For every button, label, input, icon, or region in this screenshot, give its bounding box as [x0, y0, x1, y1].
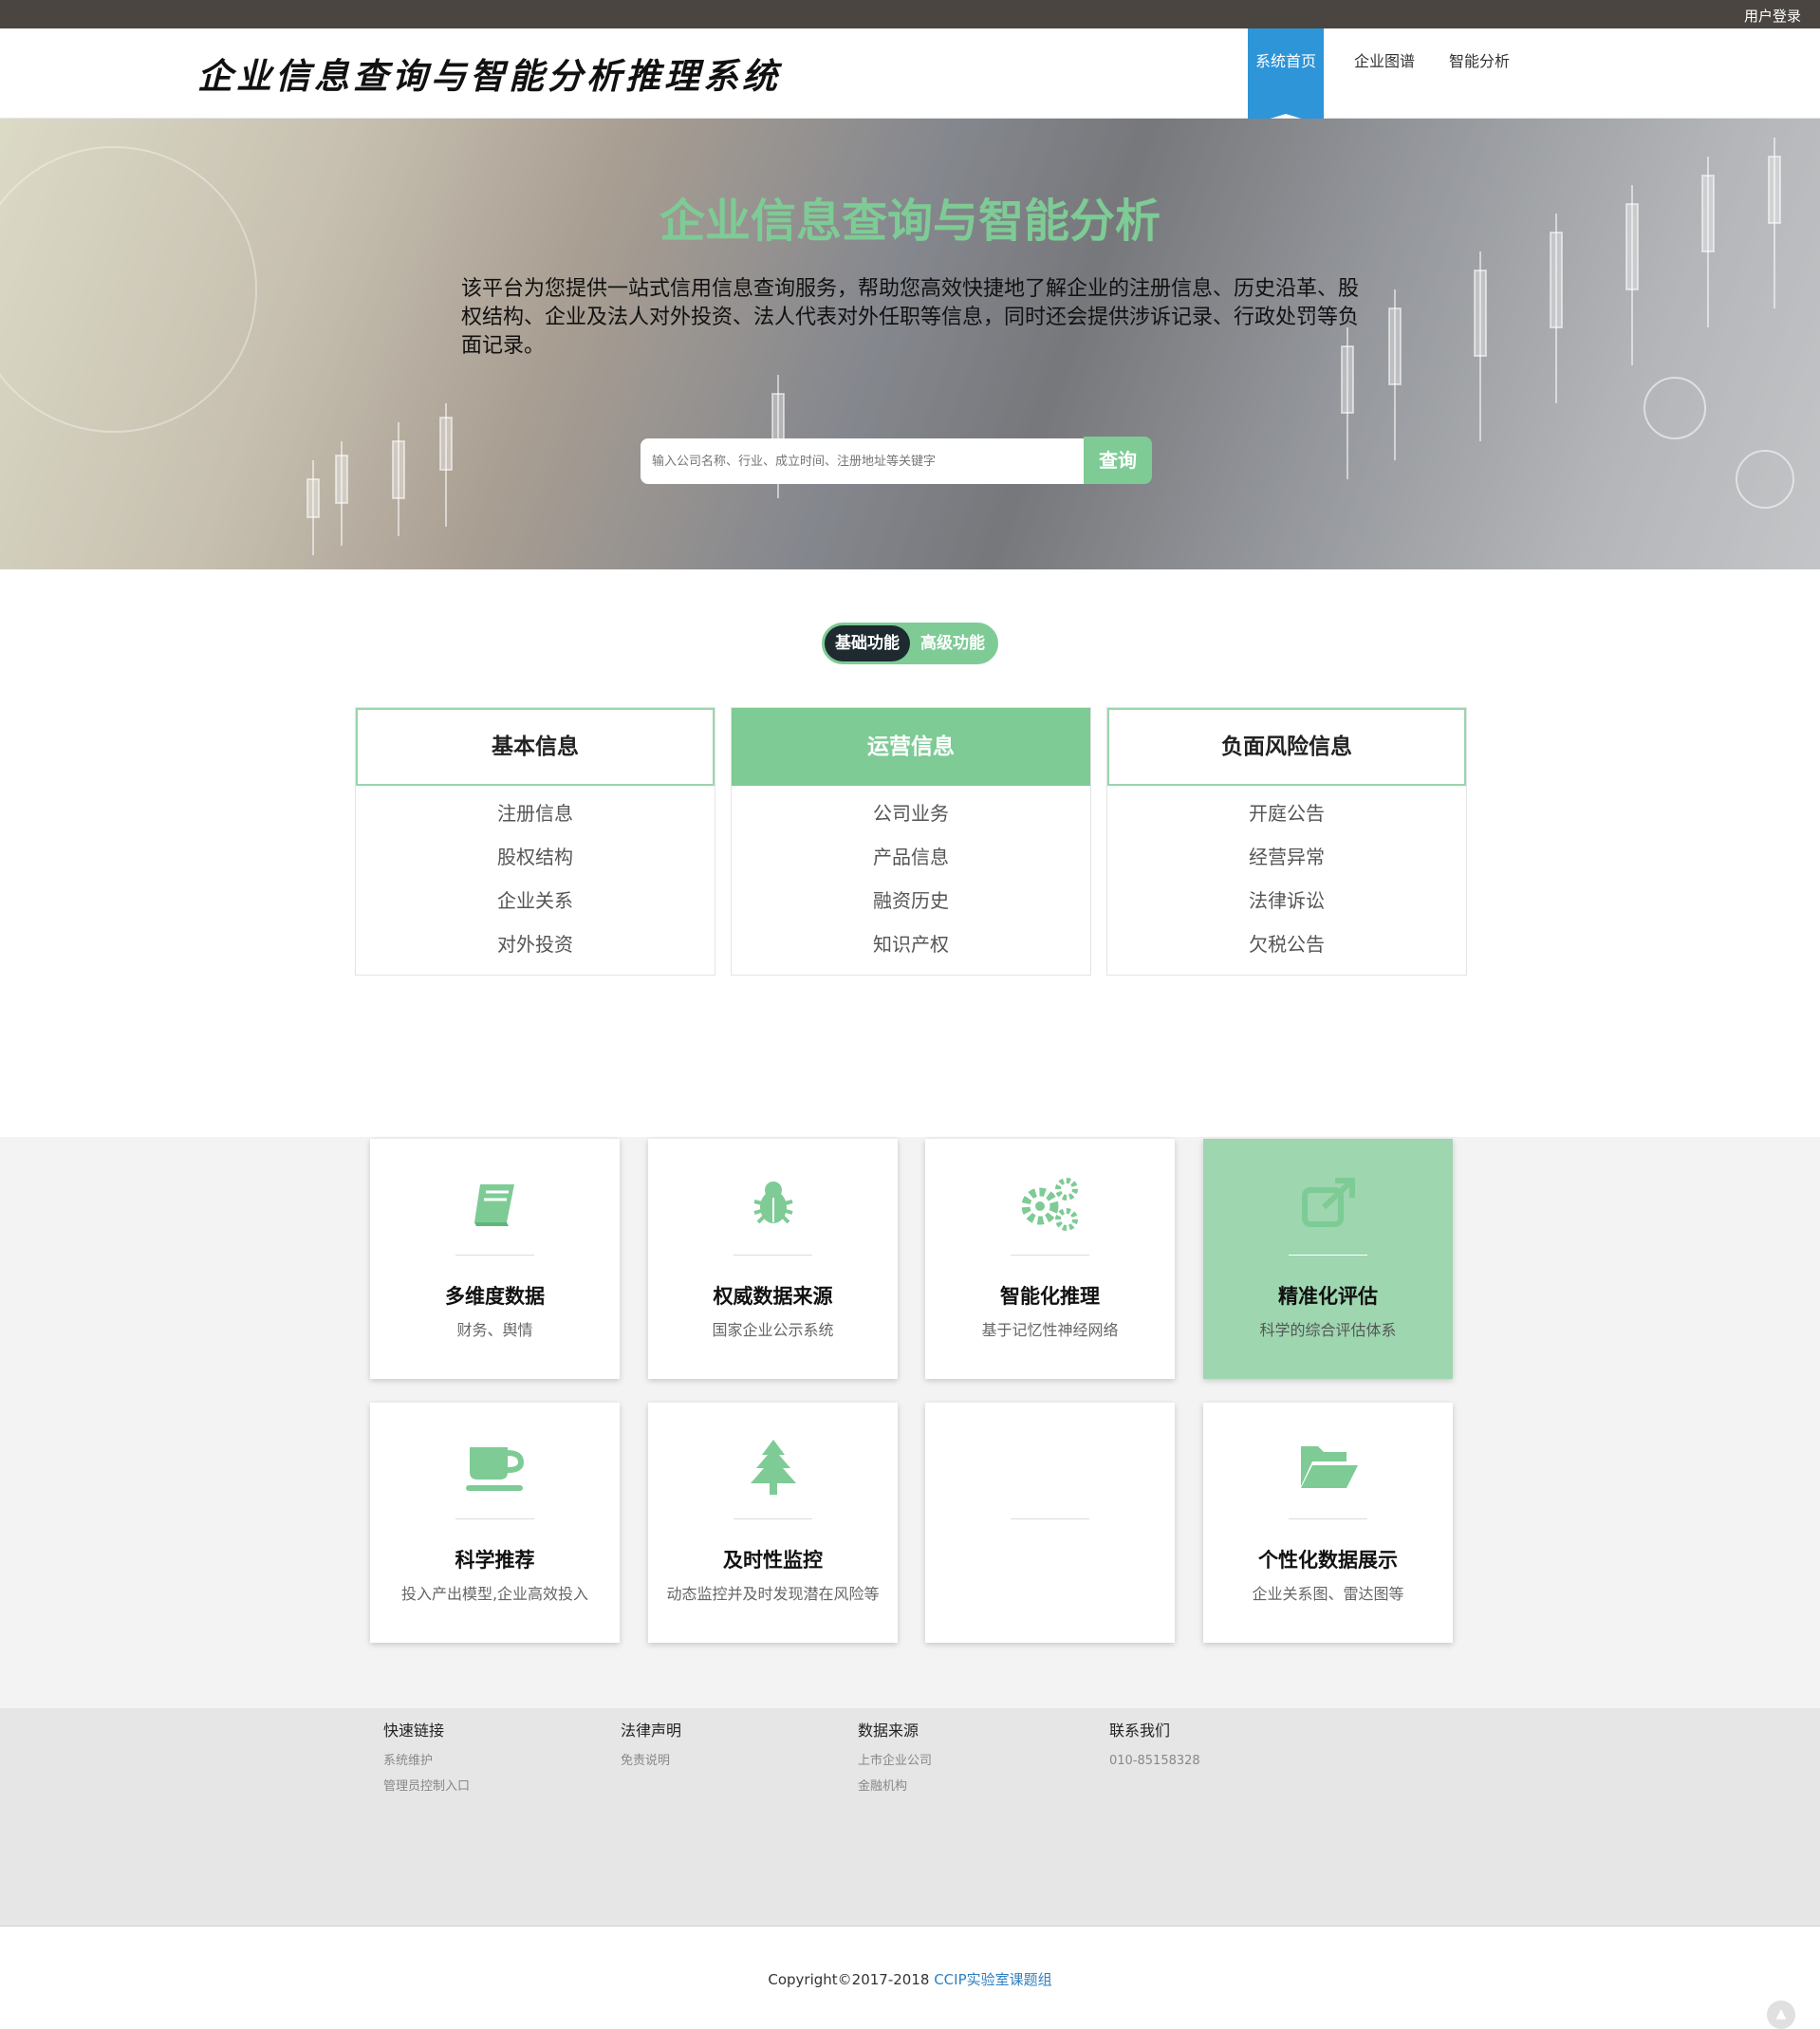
category-title[interactable]: 负面风险信息	[1107, 708, 1466, 786]
divider	[455, 1518, 534, 1519]
divider	[1289, 1255, 1367, 1256]
category-title[interactable]: 运营信息	[732, 708, 1090, 786]
footer-heading: 联系我们	[1109, 1722, 1171, 1740]
category-item[interactable]: 企业关系	[356, 879, 715, 922]
footer-link[interactable]: 金融机构	[858, 1774, 932, 1799]
hero-title: 企业信息查询与智能分析	[659, 195, 1161, 248]
feature-desc: 投入产出模型,企业高效投入	[400, 1585, 589, 1603]
footer-phone: 010-85158328	[1109, 1754, 1200, 1768]
category-item[interactable]: 股权结构	[356, 835, 715, 879]
site-logo[interactable]: 企业信息查询与智能分析推理系统	[197, 47, 781, 99]
gears-icon	[925, 1173, 1175, 1234]
hero-banner: 企业信息查询与智能分析 该平台为您提供一站式信用信息查询服务，帮助您高效快捷地了…	[0, 119, 1820, 569]
footer-column: 联系我们 010-85158328	[1109, 1718, 1200, 1774]
nav-home[interactable]: 系统首页	[1248, 28, 1324, 125]
feature-toggle: 基础功能 高级功能	[822, 623, 998, 664]
category-item[interactable]: 注册信息	[356, 791, 715, 835]
divider	[734, 1255, 812, 1256]
feature-title: 科学推荐	[455, 1549, 535, 1572]
search-button[interactable]: 查询	[1084, 437, 1152, 484]
feature-card[interactable]: 精准化评估 科学的综合评估体系	[1203, 1139, 1453, 1379]
footer-column: 数据来源 上市企业公司 金融机构	[858, 1718, 932, 1799]
category-item[interactable]: 知识产权	[732, 922, 1090, 966]
nav-smart-analysis[interactable]: 智能分析	[1432, 28, 1527, 114]
copyright-link[interactable]: CCIP实验室课题组	[934, 1971, 1051, 1988]
category-card-operation: 运营信息 公司业务 产品信息 融资历史 知识产权	[731, 707, 1091, 976]
feature-title: 及时性监控	[723, 1549, 823, 1572]
category-item[interactable]: 经营异常	[1107, 835, 1466, 879]
nav-enterprise-graph[interactable]: 企业图谱	[1337, 28, 1432, 114]
coffee-icon	[370, 1437, 620, 1498]
footer-heading: 数据来源	[858, 1722, 919, 1740]
header: 企业信息查询与智能分析推理系统 系统首页 企业图谱 智能分析	[0, 28, 1820, 125]
category-item[interactable]: 产品信息	[732, 835, 1090, 879]
category-item[interactable]: 融资历史	[732, 879, 1090, 922]
category-item[interactable]: 开庭公告	[1107, 791, 1466, 835]
divider	[734, 1518, 812, 1519]
book-icon	[370, 1173, 620, 1234]
category-item[interactable]: 法律诉讼	[1107, 879, 1466, 922]
hero-description: 该平台为您提供一站式信用信息查询服务，帮助您高效快捷地了解企业的注册信息、历史沿…	[461, 277, 1360, 358]
feature-desc: 国家企业公示系统	[712, 1321, 834, 1339]
login-link[interactable]: 用户登录	[1744, 6, 1801, 26]
category-item[interactable]: 对外投资	[356, 922, 715, 966]
folder-open-icon	[1203, 1437, 1453, 1498]
footer-link[interactable]: 上市企业公司	[858, 1748, 932, 1774]
feature-desc: 动态监控并及时发现潜在风险等	[666, 1585, 880, 1603]
footer-column: 快速链接 系统维护 管理员控制入口	[383, 1718, 470, 1799]
category-card-risk: 负面风险信息 开庭公告 经营异常 法律诉讼 欠税公告	[1106, 707, 1467, 976]
footer-heading: 法律声明	[621, 1722, 682, 1740]
footer-link[interactable]: 免责说明	[621, 1748, 681, 1774]
feature-card[interactable]: 权威数据来源 国家企业公示系统	[648, 1139, 898, 1379]
copyright-text: Copyright©2017-2018	[768, 1971, 935, 1988]
footer-column: 法律声明 免责说明	[621, 1718, 681, 1774]
feature-card[interactable]: 多维度数据 财务、舆情	[370, 1139, 620, 1379]
external-link-icon	[1203, 1173, 1453, 1234]
search-input[interactable]	[641, 438, 1086, 484]
toggle-basic[interactable]: 基础功能	[825, 625, 910, 661]
feature-desc: 科学的综合评估体系	[1259, 1321, 1397, 1339]
footer: 快速链接 系统维护 管理员控制入口 法律声明 免责说明 数据来源 上市企业公司 …	[0, 1708, 1820, 1927]
feature-card[interactable]: 及时性监控 动态监控并及时发现潜在风险等	[648, 1403, 898, 1643]
feature-title: 智能化推理	[1000, 1285, 1100, 1308]
footer-link[interactable]: 系统维护	[383, 1748, 470, 1774]
tree-icon	[648, 1437, 898, 1498]
copyright: Copyright©2017-2018 CCIP实验室课题组	[0, 1969, 1820, 1989]
divider	[1289, 1518, 1367, 1519]
feature-card[interactable]: 智能化推理 基于记忆性神经网络	[925, 1139, 1175, 1379]
feature-title: 精准化评估	[1278, 1285, 1378, 1308]
main-nav: 系统首页 企业图谱 智能分析	[1248, 28, 1527, 125]
feature-card[interactable]: 科学推荐 投入产出模型,企业高效投入	[370, 1403, 620, 1643]
category-item[interactable]: 公司业务	[732, 791, 1090, 835]
toggle-advanced[interactable]: 高级功能	[910, 625, 995, 661]
category-card-basic: 基本信息 注册信息 股权结构 企业关系 对外投资	[355, 707, 715, 976]
divider	[1011, 1518, 1089, 1519]
footer-link[interactable]: 管理员控制入口	[383, 1774, 470, 1799]
footer-heading: 快速链接	[383, 1722, 445, 1740]
feature-card[interactable]: 个性化数据展示 企业关系图、雷达图等	[1203, 1403, 1453, 1643]
feature-title: 个性化数据展示	[1258, 1549, 1398, 1572]
feature-card-empty[interactable]	[925, 1403, 1175, 1643]
category-item[interactable]: 欠税公告	[1107, 922, 1466, 966]
top-bar: 用户登录	[0, 0, 1820, 28]
feature-title: 多维度数据	[445, 1285, 545, 1308]
feature-desc: 企业关系图、雷达图等	[1252, 1585, 1404, 1603]
feature-title: 权威数据来源	[713, 1285, 833, 1308]
bug-icon	[648, 1173, 898, 1234]
divider	[1011, 1255, 1089, 1256]
feature-desc: 基于记忆性神经网络	[981, 1321, 1119, 1339]
back-to-top-button[interactable]: ▲	[1767, 2001, 1795, 2029]
chevron-up-icon: ▲	[1775, 2006, 1787, 2021]
category-title[interactable]: 基本信息	[356, 708, 715, 786]
divider	[455, 1255, 534, 1256]
features-section: 多维度数据 财务、舆情 权威数据来源 国家企业公示系统 智能化推理 基于记忆性神…	[0, 1137, 1820, 1708]
feature-desc: 财务、舆情	[456, 1321, 533, 1339]
